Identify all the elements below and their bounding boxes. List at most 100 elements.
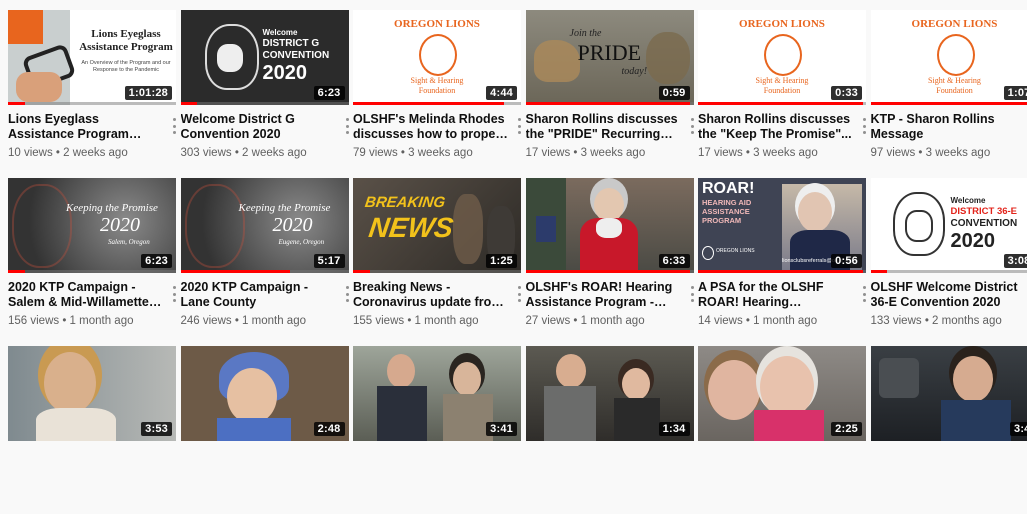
thumb-line3: PROGRAM xyxy=(702,216,741,225)
video-card[interactable]: OREGON LIONS Sight & Hearing Foundation … xyxy=(871,10,1027,178)
video-thumbnail[interactable]: 6:33 xyxy=(526,178,694,273)
video-thumbnail[interactable]: 2:25 xyxy=(698,346,866,441)
thumb-welcome: Welcome xyxy=(951,196,986,205)
video-thumbnail[interactable]: Keeping the Promise 2020 Salem, Oregon 6… xyxy=(8,178,176,273)
video-thumbnail[interactable]: OREGON LIONS Sight & Hearing Foundation … xyxy=(353,10,521,105)
video-title[interactable]: 2020 KTP Campaign - Lane County xyxy=(181,280,340,310)
video-title[interactable]: A PSA for the OLSHF ROAR! Hearing Assist… xyxy=(698,280,857,310)
more-options-icon[interactable] xyxy=(173,118,177,134)
video-thumbnail[interactable]: BREAKING NEWS 1:25 xyxy=(353,178,521,273)
video-duration: 1:07 xyxy=(1004,86,1027,100)
video-card[interactable]: 1:34 xyxy=(526,346,699,514)
video-title[interactable]: Welcome District G Convention 2020 xyxy=(181,112,340,142)
video-title[interactable]: Sharon Rollins discusses the "Keep The P… xyxy=(698,112,857,142)
video-thumbnail[interactable]: 3:41 xyxy=(353,346,521,441)
video-duration: 1:01:28 xyxy=(125,86,172,100)
video-stats: 10 views • 2 weeks ago xyxy=(8,147,167,159)
more-options-icon[interactable] xyxy=(863,118,867,134)
thumb-join: Join the xyxy=(570,28,602,39)
video-thumbnail[interactable]: 3:53 xyxy=(8,346,176,441)
thumb-year: 2020 xyxy=(273,214,313,237)
more-options-icon[interactable] xyxy=(173,286,177,302)
video-card[interactable]: ROAR! HEARING AID ASSISTANCE PROGRAM ORE… xyxy=(698,178,871,346)
video-thumbnail[interactable]: 3:4 xyxy=(871,346,1027,441)
video-thumbnail[interactable]: ROAR! HEARING AID ASSISTANCE PROGRAM ORE… xyxy=(698,178,866,273)
lion-logo-icon xyxy=(764,34,802,76)
video-duration: 0:59 xyxy=(659,86,690,100)
video-row: 3:53 2:48 3:41 xyxy=(8,346,1027,514)
video-card[interactable]: BREAKING NEWS 1:25 Breaking News - Coron… xyxy=(353,178,526,346)
video-card[interactable]: 6:33 OLSHF's ROAR! Hearing Assistance Pr… xyxy=(526,178,699,346)
thumb-logo-text: OREGON LIONS xyxy=(716,248,755,254)
thumb-line2: ASSISTANCE xyxy=(702,207,750,216)
more-options-icon[interactable] xyxy=(690,118,694,134)
video-duration: 6:23 xyxy=(314,86,345,100)
video-stats: 97 views • 3 weeks ago xyxy=(871,147,1027,159)
video-stats: 79 views • 3 weeks ago xyxy=(353,147,512,159)
video-title[interactable]: Lions Eyeglass Assistance Program webina… xyxy=(8,112,167,142)
video-title[interactable]: KTP - Sharon Rollins Message xyxy=(871,112,1027,142)
video-title[interactable]: Sharon Rollins discusses the "PRIDE" Rec… xyxy=(526,112,685,142)
thumb-welcome: Welcome xyxy=(263,28,298,37)
video-thumbnail[interactable]: Welcome DISTRICT G CONVENTION 2020 6:23 xyxy=(181,10,349,105)
video-card[interactable]: 3:53 xyxy=(8,346,181,514)
watch-progress xyxy=(698,102,863,105)
video-stats: 14 views • 1 month ago xyxy=(698,315,857,327)
video-title[interactable]: OLSHF's Melinda Rhodes discusses how to … xyxy=(353,112,512,142)
video-card[interactable]: 2:48 xyxy=(181,346,354,514)
more-options-icon[interactable] xyxy=(518,286,522,302)
thumb-heading: Lions Eyeglass Assistance Program xyxy=(78,28,174,54)
thumb-year: 2020 xyxy=(100,214,140,237)
video-card[interactable]: 2:25 xyxy=(698,346,871,514)
video-thumbnail[interactable]: Welcome DISTRICT 36-E CONVENTION 2020 3:… xyxy=(871,178,1027,273)
video-card[interactable]: OREGON LIONS Sight & Hearing Foundation … xyxy=(353,10,526,178)
more-options-icon[interactable] xyxy=(345,286,349,302)
more-options-icon[interactable] xyxy=(690,286,694,302)
video-title[interactable]: Breaking News - Coronavirus update from … xyxy=(353,280,512,310)
video-card[interactable]: Join the PRIDE today! 0:59 Sharon Rollin… xyxy=(526,10,699,178)
more-options-icon[interactable] xyxy=(345,118,349,134)
video-thumbnail[interactable]: OREGON LIONS Sight & Hearing Foundation … xyxy=(698,10,866,105)
video-thumbnail[interactable]: 1:34 xyxy=(526,346,694,441)
lion-logo-icon xyxy=(937,34,975,76)
video-thumbnail[interactable]: Lions Eyeglass Assistance Program An Ove… xyxy=(8,10,176,105)
video-card[interactable]: Keeping the Promise 2020 Eugene, Oregon … xyxy=(181,178,354,346)
thumb-keeping: Keeping the Promise xyxy=(66,202,158,214)
thumb-org-sub: Sight & Hearing xyxy=(353,76,521,85)
more-options-icon[interactable] xyxy=(863,286,867,302)
video-card[interactable]: OREGON LIONS Sight & Hearing Foundation … xyxy=(698,10,871,178)
watch-progress xyxy=(181,270,290,273)
thumb-district: DISTRICT 36-E xyxy=(951,206,1018,217)
video-card[interactable]: Lions Eyeglass Assistance Program An Ove… xyxy=(8,10,181,178)
video-card[interactable]: Welcome DISTRICT 36-E CONVENTION 2020 3:… xyxy=(871,178,1027,346)
thumb-line1: HEARING AID xyxy=(702,198,751,207)
video-card[interactable]: 3:4 xyxy=(871,346,1027,514)
more-options-icon[interactable] xyxy=(518,118,522,134)
thumb-breaking: BREAKING xyxy=(364,194,446,211)
video-stats: 156 views • 1 month ago xyxy=(8,315,167,327)
lion-logo-icon xyxy=(419,34,457,76)
video-duration: 6:33 xyxy=(659,254,690,268)
watch-progress xyxy=(8,102,25,105)
video-duration: 0:56 xyxy=(831,254,862,268)
video-title[interactable]: OLSHF Welcome District 36-E Convention 2… xyxy=(871,280,1027,310)
thumb-place: Eugene, Oregon xyxy=(279,238,325,246)
video-stats: 27 views • 1 month ago xyxy=(526,315,685,327)
video-title[interactable]: OLSHF's ROAR! Hearing Assistance Program… xyxy=(526,280,685,310)
video-thumbnail[interactable]: OREGON LIONS Sight & Hearing Foundation … xyxy=(871,10,1027,105)
thumb-news: NEWS xyxy=(367,212,455,244)
video-thumbnail[interactable]: Keeping the Promise 2020 Eugene, Oregon … xyxy=(181,178,349,273)
video-duration: 1:25 xyxy=(486,254,517,268)
video-thumbnail[interactable]: 2:48 xyxy=(181,346,349,441)
video-stats: 155 views • 1 month ago xyxy=(353,315,512,327)
video-card[interactable]: 3:41 xyxy=(353,346,526,514)
video-duration: 4:44 xyxy=(486,86,517,100)
thumb-convention: CONVENTION xyxy=(951,218,1018,229)
video-card[interactable]: Welcome DISTRICT G CONVENTION 2020 6:23 … xyxy=(181,10,354,178)
thumb-year: 2020 xyxy=(951,230,996,253)
video-thumbnail[interactable]: Join the PRIDE today! 0:59 xyxy=(526,10,694,105)
video-title[interactable]: 2020 KTP Campaign - Salem & Mid-Willamet… xyxy=(8,280,167,310)
watch-progress xyxy=(8,270,25,273)
watch-progress xyxy=(526,270,691,273)
video-card[interactable]: Keeping the Promise 2020 Salem, Oregon 6… xyxy=(8,178,181,346)
